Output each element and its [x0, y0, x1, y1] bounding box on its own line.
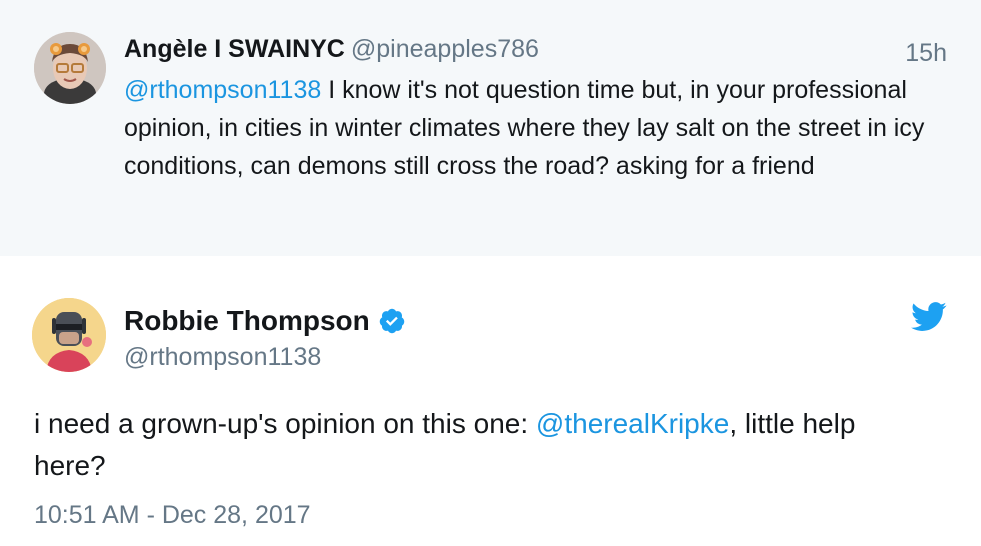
verified-badge-icon	[379, 308, 405, 334]
main-text-before: i need a grown-up's opinion on this one:	[34, 408, 536, 439]
reply-time-ago[interactable]: 15h	[905, 38, 947, 68]
reply-mention-link[interactable]: @rthompson1138	[124, 76, 321, 104]
main-author-name-row: Robbie Thompson	[124, 304, 406, 338]
reply-author-name[interactable]: Angèle I SWAINYC	[124, 35, 345, 63]
main-mention-link[interactable]: @therealKripke	[536, 408, 729, 439]
main-tweet-text: i need a grown-up's opinion on this one:…	[34, 403, 934, 487]
reply-author-avatar[interactable]	[34, 32, 106, 104]
twitter-bird-icon[interactable]	[911, 302, 947, 332]
reply-tweet[interactable]: Angèle I SWAINYC @pineapples786 15h @rtho…	[0, 0, 981, 256]
main-author-name[interactable]: Robbie Thompson	[124, 304, 370, 338]
reply-header: Angèle I SWAINYC @pineapples786	[124, 34, 539, 64]
main-author-handle[interactable]: @rthompson1138	[124, 342, 321, 372]
reply-text: @rthompson1138 I know it's not question …	[124, 71, 954, 185]
main-tweet: Robbie Thompson @rthompson1138 i need a …	[0, 256, 981, 546]
main-timestamp[interactable]: 10:51 AM - Dec 28, 2017	[34, 500, 311, 530]
main-author-avatar[interactable]	[32, 298, 106, 372]
reply-author-handle[interactable]: @pineapples786	[351, 35, 539, 63]
